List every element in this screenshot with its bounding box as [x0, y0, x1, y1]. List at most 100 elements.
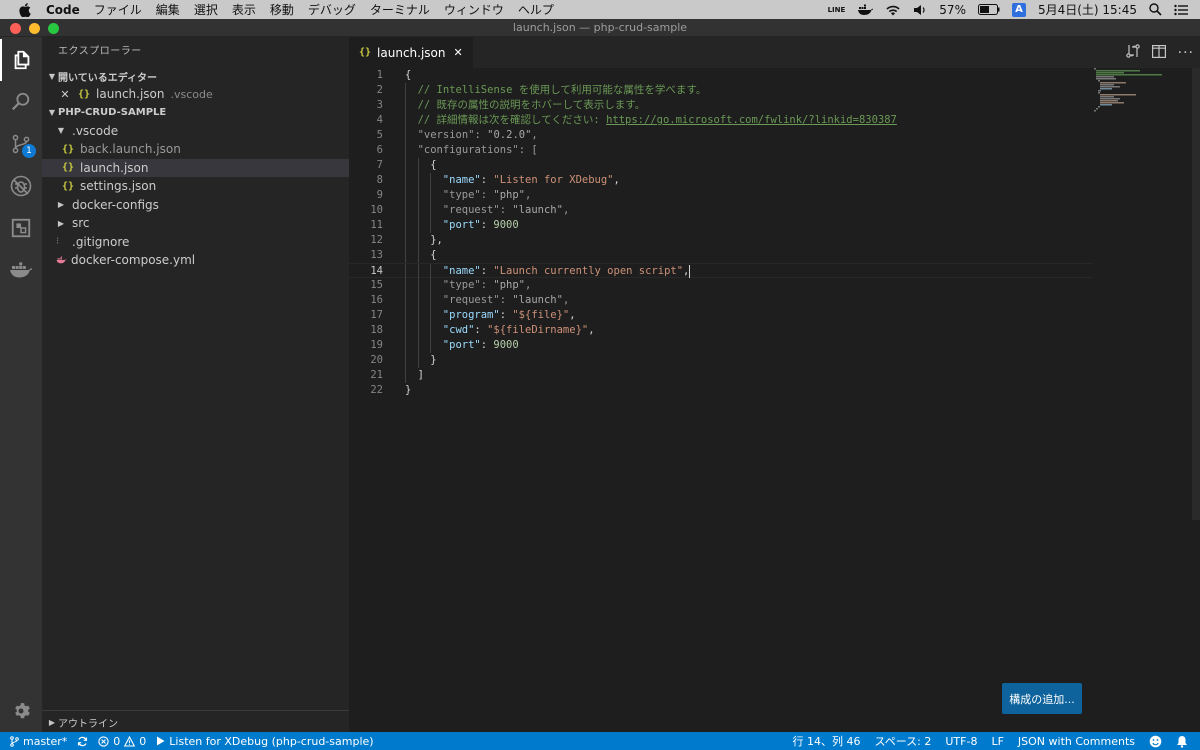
code-line[interactable]: 19 "port": 9000	[349, 338, 1093, 353]
code-line[interactable]: 15 "type": "php",	[349, 278, 1093, 293]
line-number[interactable]: 1	[349, 68, 383, 83]
manage-settings-button[interactable]	[0, 690, 42, 732]
folder-docker-configs[interactable]: ▶ docker-configs	[42, 196, 349, 215]
code-line[interactable]: 1{	[349, 68, 1093, 83]
feedback-smiley-icon[interactable]	[1149, 735, 1162, 748]
sync-status[interactable]	[77, 736, 88, 747]
line-number[interactable]: 3	[349, 98, 383, 113]
source-control-view-button[interactable]: 1	[0, 123, 42, 165]
menu-edit[interactable]: 編集	[156, 1, 180, 18]
line-number[interactable]: 21	[349, 368, 383, 383]
code-line[interactable]: 20}	[349, 353, 1093, 368]
notifications-bell-icon[interactable]	[1176, 735, 1188, 748]
wifi-icon[interactable]	[885, 4, 901, 16]
menu-selection[interactable]: 選択	[194, 1, 218, 18]
menu-go[interactable]: 移動	[270, 1, 294, 18]
line-number[interactable]: 14	[349, 264, 383, 279]
explorer-view-button[interactable]	[0, 39, 42, 81]
debug-config-status[interactable]: Listen for XDebug (php-crud-sample)	[156, 735, 374, 748]
code-line[interactable]: 21]	[349, 368, 1093, 383]
line-app-icon[interactable]: LINE	[828, 6, 846, 14]
code-editor[interactable]: 1{2// IntelliSense を使用して利用可能な属性を学べます。 3//…	[349, 68, 1200, 732]
line-number[interactable]: 5	[349, 128, 383, 143]
project-folder-header[interactable]: ▼ PHP-CRUD-SAMPLE	[42, 104, 349, 122]
line-number[interactable]: 9	[349, 188, 383, 203]
code-line[interactable]: 16 "request": "launch",	[349, 293, 1093, 308]
code-line[interactable]: 22}	[349, 383, 1093, 398]
search-view-button[interactable]	[0, 81, 42, 123]
zoom-window-button[interactable]	[48, 23, 59, 34]
code-line[interactable]: 12},	[349, 233, 1093, 248]
tab-launch-json[interactable]: {} launch.json ✕	[349, 37, 473, 68]
line-number[interactable]: 4	[349, 113, 383, 128]
extensions-view-button[interactable]	[0, 207, 42, 249]
open-editor-item[interactable]: ✕ {} launch.json .vscode	[42, 85, 349, 104]
outline-section[interactable]: ▶ アウトライン	[42, 710, 349, 732]
line-number[interactable]: 7	[349, 158, 383, 173]
code-line[interactable]: 13 {	[349, 248, 1093, 263]
line-number[interactable]: 12	[349, 233, 383, 248]
line-number[interactable]: 18	[349, 323, 383, 338]
code-line[interactable]: 10 "request": "launch",	[349, 203, 1093, 218]
menu-debug[interactable]: デバッグ	[308, 1, 356, 18]
folder-vscode[interactable]: ▼ .vscode	[42, 122, 349, 141]
menu-help[interactable]: ヘルプ	[518, 1, 554, 18]
code-line[interactable]: 18 "cwd": "${fileDirname}",	[349, 323, 1093, 338]
encoding-status[interactable]: UTF-8	[945, 735, 977, 748]
menu-view[interactable]: 表示	[232, 1, 256, 18]
code-line[interactable]: 4 // 詳細情報は次を確認してください: https://go.microsof…	[349, 113, 1093, 128]
spotlight-search-icon[interactable]	[1149, 3, 1162, 16]
file-docker-compose[interactable]: docker-compose.yml	[42, 251, 349, 270]
open-changes-icon[interactable]	[1125, 44, 1140, 61]
add-configuration-button[interactable]: 構成の追加...	[1002, 683, 1082, 714]
folder-src[interactable]: ▶ src	[42, 214, 349, 233]
apple-icon[interactable]	[14, 2, 36, 17]
problems-status[interactable]: 0 0	[98, 735, 146, 748]
menubar-clock[interactable]: 5月4日(土) 15:45	[1038, 1, 1137, 18]
line-number[interactable]: 16	[349, 293, 383, 308]
line-number[interactable]: 13	[349, 248, 383, 263]
menu-terminal[interactable]: ターミナル	[370, 1, 430, 18]
code-line[interactable]: 6 "configurations": [	[349, 143, 1093, 158]
code-line[interactable]: 9 "type": "php",	[349, 188, 1093, 203]
code-line[interactable]: 11 "port": 9000	[349, 218, 1093, 233]
volume-icon[interactable]	[913, 4, 927, 16]
line-number[interactable]: 17	[349, 308, 383, 323]
file-settings-json[interactable]: {} settings.json	[42, 177, 349, 196]
line-number[interactable]: 15	[349, 278, 383, 293]
code-line[interactable]: 7{	[349, 158, 1093, 173]
file-gitignore[interactable]: ⁝ .gitignore	[42, 233, 349, 252]
indentation-status[interactable]: スペース: 2	[874, 733, 931, 749]
split-editor-icon[interactable]	[1151, 44, 1166, 61]
minimize-window-button[interactable]	[29, 23, 40, 34]
line-number[interactable]: 6	[349, 143, 383, 158]
vertical-scrollbar[interactable]	[1192, 68, 1200, 520]
line-number[interactable]: 2	[349, 83, 383, 98]
cursor-position[interactable]: 行 14、列 46	[792, 733, 860, 749]
close-tab-icon[interactable]: ✕	[454, 46, 463, 59]
notification-center-icon[interactable]	[1174, 4, 1188, 16]
line-number[interactable]: 10	[349, 203, 383, 218]
input-method-indicator[interactable]: A	[1011, 2, 1026, 17]
line-number[interactable]: 20	[349, 353, 383, 368]
file-launch-json[interactable]: {} launch.json	[42, 158, 349, 177]
line-number[interactable]: 22	[349, 383, 383, 398]
battery-icon[interactable]	[977, 4, 1000, 15]
debug-view-button[interactable]	[0, 165, 42, 207]
language-mode-status[interactable]: JSON with Comments	[1018, 735, 1135, 748]
menu-window[interactable]: ウィンドウ	[444, 1, 504, 18]
code-line[interactable]: 2 // IntelliSense を使用して利用可能な属性を学べます。	[349, 83, 1093, 98]
line-number[interactable]: 8	[349, 173, 383, 188]
more-actions-icon[interactable]: ···	[1178, 45, 1194, 61]
menu-file[interactable]: ファイル	[94, 1, 142, 18]
code-line[interactable]: 3 // 既存の属性の説明をホバーして表示します。	[349, 98, 1093, 113]
code-token[interactable]: https://go.microsoft.com/fwlink/?linkid=…	[606, 114, 897, 126]
file-back-launch-json[interactable]: {} back.launch.json	[42, 140, 349, 159]
open-editors-header[interactable]: ▼ 開いているエディター	[42, 67, 349, 85]
line-number[interactable]: 11	[349, 218, 383, 233]
close-editor-icon[interactable]: ✕	[58, 88, 72, 101]
code-line[interactable]: 17 "program": "${file}",	[349, 308, 1093, 323]
code-line[interactable]: 8 "name": "Listen for XDebug",	[349, 173, 1093, 188]
git-branch-status[interactable]: master*	[10, 735, 67, 748]
eol-status[interactable]: LF	[991, 735, 1003, 748]
